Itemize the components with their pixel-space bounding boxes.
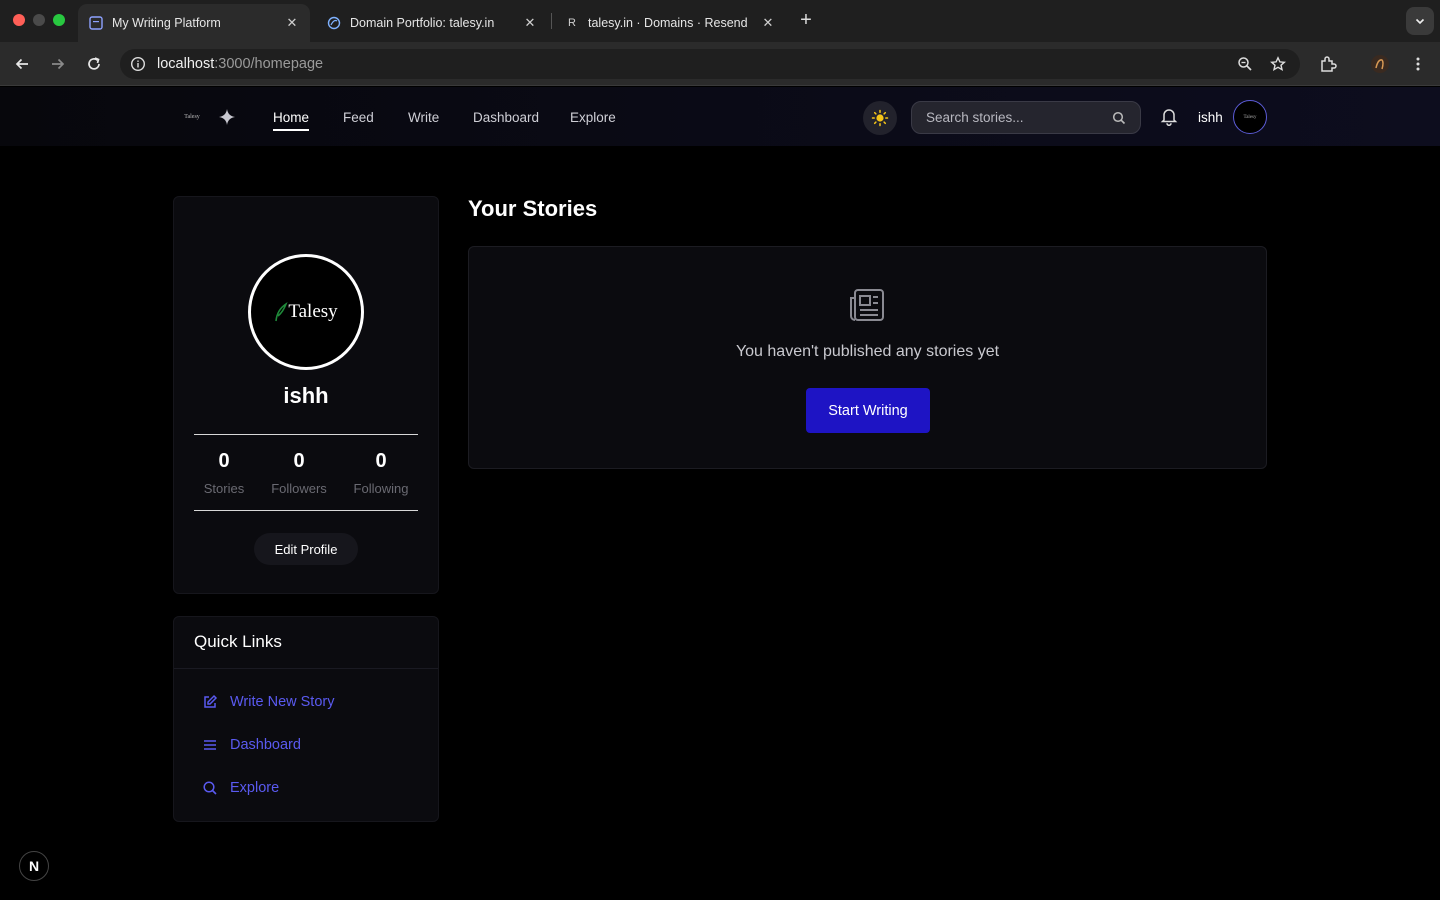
- start-writing-button[interactable]: Start Writing: [806, 388, 930, 433]
- site-logo[interactable]: Talesy: [175, 106, 209, 128]
- close-tab-icon[interactable]: ✕: [522, 15, 538, 31]
- quick-link-write-new-story[interactable]: Write New Story: [202, 692, 334, 712]
- stories-heading: Your Stories: [468, 196, 598, 221]
- quick-links-title: Quick Links: [194, 632, 282, 651]
- forward-button[interactable]: [46, 52, 70, 76]
- arrow-right-icon: [52, 58, 65, 70]
- divider: [174, 668, 438, 669]
- profile-avatar-icon[interactable]: [1369, 53, 1391, 75]
- user-avatar[interactable]: Talesy: [1233, 100, 1267, 134]
- browser-toolbar: localhost:3000/homepage: [0, 42, 1440, 86]
- divider: [194, 434, 418, 435]
- stat-value: 0: [375, 450, 387, 472]
- stat-value: 0: [218, 450, 230, 472]
- browser-tab-writing-platform[interactable]: My Writing Platform ✕: [78, 4, 310, 42]
- quick-link-label: Dashboard: [230, 737, 301, 753]
- zoom-icon[interactable]: [1234, 53, 1256, 75]
- edit-icon: [204, 694, 218, 708]
- browser-menu-icon[interactable]: [1407, 53, 1429, 75]
- stat-label: Followers: [271, 481, 327, 496]
- browser-tab-resend[interactable]: R talesy.in · Domains · Resend ✕: [554, 4, 786, 42]
- nav-feed[interactable]: Feed: [343, 110, 374, 125]
- theme-toggle-button[interactable]: [863, 101, 897, 135]
- bookmark-star-icon[interactable]: [1267, 53, 1289, 75]
- sun-icon: [871, 109, 889, 127]
- chevron-down-icon: [1415, 18, 1425, 25]
- empty-state-message: You haven't published any stories yet: [735, 343, 1000, 360]
- address-bar[interactable]: localhost:3000/homepage: [120, 49, 1300, 79]
- nav-dashboard[interactable]: Dashboard: [473, 110, 539, 125]
- arrow-left-icon: [15, 58, 28, 70]
- profile-name: ishh: [283, 383, 329, 408]
- dev-tools-badge[interactable]: N: [19, 851, 49, 881]
- quick-link-explore[interactable]: Explore: [202, 778, 279, 798]
- quill-leaf-icon: [275, 302, 288, 322]
- site-info-icon[interactable]: [130, 56, 146, 72]
- search-icon[interactable]: [1112, 111, 1126, 125]
- edit-profile-button[interactable]: Edit Profile: [254, 533, 358, 565]
- sparkle-icon[interactable]: [218, 108, 236, 126]
- new-tab-button[interactable]: +: [795, 9, 817, 31]
- nav-explore[interactable]: Explore: [570, 110, 616, 125]
- quick-link-label: Explore: [230, 780, 280, 796]
- close-tab-icon[interactable]: ✕: [760, 15, 776, 31]
- domain-favicon-icon: [326, 15, 342, 31]
- resend-favicon: R: [568, 17, 576, 29]
- stat-value: 0: [293, 450, 305, 472]
- divider: [194, 510, 418, 511]
- nav-write[interactable]: Write: [408, 110, 439, 125]
- extensions-icon[interactable]: [1317, 53, 1339, 75]
- minimize-window-button[interactable]: [33, 14, 45, 26]
- close-window-button[interactable]: [13, 14, 25, 26]
- stat-followers[interactable]: 0 Followers: [266, 450, 332, 496]
- maximize-window-button[interactable]: [53, 14, 65, 26]
- tab-title: Domain Portfolio: talesy.in: [350, 16, 495, 30]
- tab-title: talesy.in · Domains · Resend: [588, 16, 748, 30]
- reload-button[interactable]: [82, 52, 106, 76]
- site-favicon-icon: [88, 15, 104, 31]
- profile-avatar-brand: Talesy: [288, 301, 338, 322]
- tab-separator: [551, 13, 552, 29]
- search-bar: [911, 101, 1141, 134]
- notifications-bell-icon[interactable]: [1159, 106, 1181, 128]
- header-username[interactable]: ishh: [1198, 110, 1223, 125]
- app-header: [0, 87, 1440, 146]
- url-path: :3000/homepage: [214, 56, 324, 72]
- stat-label: Following: [353, 481, 409, 496]
- nav-home[interactable]: Home: [273, 110, 310, 131]
- back-button[interactable]: [10, 52, 34, 76]
- profile-avatar: Talesy: [248, 254, 364, 370]
- search-icon: [203, 781, 217, 795]
- tab-title: My Writing Platform: [112, 16, 221, 30]
- reload-icon: [88, 57, 100, 70]
- stat-following[interactable]: 0 Following: [349, 450, 413, 496]
- browser-tab-domain-portfolio[interactable]: Domain Portfolio: talesy.in ✕: [316, 4, 548, 42]
- quick-link-dashboard[interactable]: Dashboard: [202, 735, 301, 755]
- browser-tab-bar: My Writing Platform ✕ Domain Portfolio: …: [0, 0, 1440, 42]
- list-icon: [204, 740, 216, 750]
- newspaper-icon: [849, 288, 885, 322]
- stat-label: Stories: [203, 481, 245, 496]
- url-host: localhost: [157, 56, 215, 72]
- quick-link-label: Write New Story: [230, 694, 335, 710]
- search-input[interactable]: [926, 110, 1112, 125]
- stat-stories[interactable]: 0 Stories: [196, 450, 252, 496]
- tab-search-button[interactable]: [1406, 7, 1434, 35]
- close-tab-icon[interactable]: ✕: [284, 15, 300, 31]
